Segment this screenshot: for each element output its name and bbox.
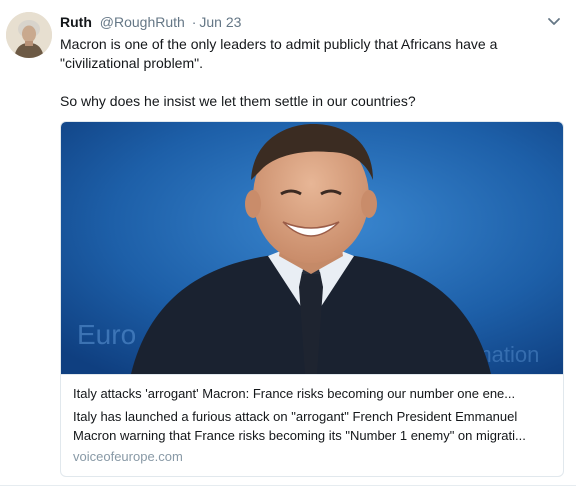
card-domain[interactable]: voiceofeurope.com — [73, 448, 551, 466]
separator-dot: · — [191, 14, 197, 30]
chevron-down-icon[interactable] — [546, 13, 562, 29]
card-description: Italy has launched a furious attack on "… — [73, 407, 551, 445]
card-body: Italy attacks 'arrogant' Macron: France … — [61, 374, 563, 476]
tweet-text-paragraph-2: So why does he insist we let them settle… — [60, 93, 416, 109]
timestamp[interactable]: Jun 23 — [199, 14, 241, 30]
tweet-text: Macron is one of the only leaders to adm… — [60, 35, 550, 111]
svg-text:Euro: Euro — [77, 319, 136, 350]
avatar[interactable] — [6, 12, 52, 58]
tweet-header: Ruth @RoughRuth · Jun 23 — [60, 13, 536, 31]
author-handle[interactable]: @RoughRuth — [100, 14, 185, 30]
card-title[interactable]: Italy attacks 'arrogant' Macron: France … — [73, 385, 551, 403]
card-image: Euro rmation — [61, 122, 563, 374]
card-description-line-2: Macron warning that France risks becomin… — [73, 428, 526, 443]
avatar-image — [6, 12, 52, 58]
tweet-text-paragraph-1: Macron is one of the only leaders to adm… — [60, 36, 498, 71]
tweet[interactable]: Ruth @RoughRuth · Jun 23 Macron is one of… — [0, 0, 576, 486]
link-card[interactable]: Euro rmation Italy attacks 'arrogant' Ma… — [60, 121, 564, 477]
card-description-line-1: Italy has launched a furious attack on "… — [73, 409, 518, 424]
author-name[interactable]: Ruth — [60, 14, 92, 30]
